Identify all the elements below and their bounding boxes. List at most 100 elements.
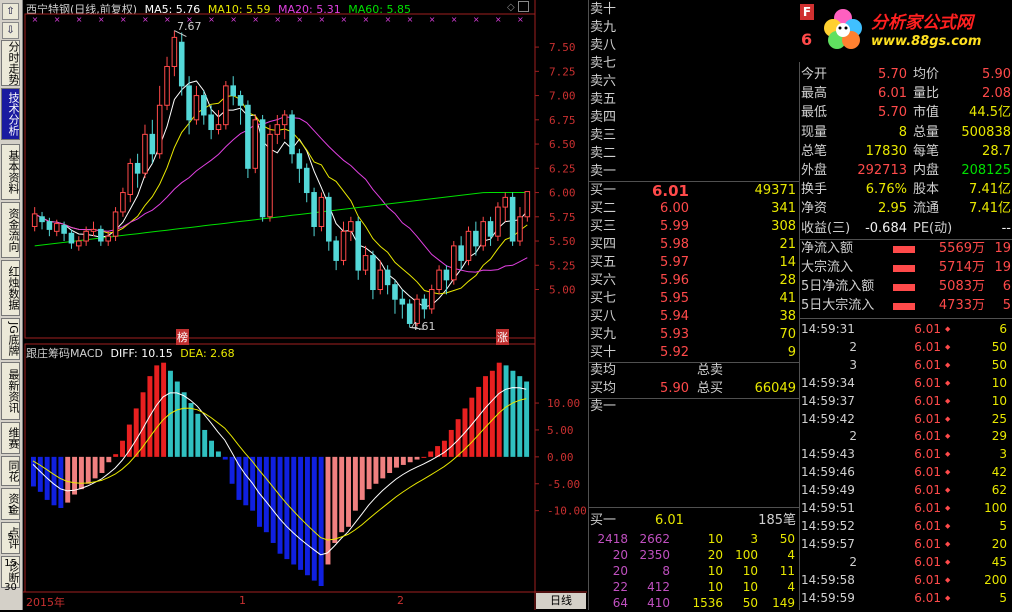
macd-bar <box>72 456 78 495</box>
toolbar-tab[interactable]: 技术分析 <box>1 88 20 140</box>
buy-level-row[interactable]: 买一 6.01 49371 <box>589 182 799 200</box>
sell-level-row[interactable]: 卖三 <box>589 127 799 145</box>
quote-stat-row: 外盘 292713 内盘 208125 <box>799 162 1012 180</box>
buy-level-row[interactable]: 买八 5.94 38 <box>589 308 799 326</box>
ranking-marker[interactable]: 榜 <box>176 329 189 345</box>
period-number[interactable]: 1 <box>0 505 21 516</box>
tick-time: 14:59:34 <box>801 375 855 390</box>
stat-value: 44.5亿 <box>969 105 1011 121</box>
sell-avg-label: 卖均 <box>590 363 617 378</box>
stat-label: 总量 <box>913 124 940 140</box>
toolbar-tab[interactable]: 红烛数据 <box>1 260 20 316</box>
stat-value: -0.684 <box>865 220 907 236</box>
macd-bar <box>65 456 71 503</box>
buy-level-row[interactable]: 买九 5.93 70 <box>589 326 799 344</box>
buy-level-row[interactable]: 买六 5.96 28 <box>589 272 799 290</box>
macd-bar <box>58 456 64 508</box>
tick-price: 6.01 <box>914 483 941 498</box>
buy-level-price: 5.95 <box>660 291 689 306</box>
sell-level-row[interactable]: 卖八 <box>589 37 799 55</box>
candle-body <box>90 228 97 232</box>
tick-volume: 5 <box>999 590 1007 605</box>
macd-bar <box>78 456 84 490</box>
period-button[interactable]: 日线 <box>536 593 586 609</box>
candle-body <box>517 216 523 242</box>
logo-text: 分析家公式网 <box>871 13 973 33</box>
buy-level-row[interactable]: 买十 5.92 9 <box>589 344 799 362</box>
candle-body <box>83 230 89 242</box>
buy1-queue-row[interactable]: 买一 6.01 185笔 <box>589 512 799 530</box>
candle-body <box>105 235 111 242</box>
flow-label: 大宗流入 <box>801 260 854 275</box>
sell-level-row[interactable]: 卖一 <box>589 163 799 181</box>
flow-value: 5083万 <box>938 279 985 294</box>
sell-level-row[interactable]: 卖二 <box>589 145 799 163</box>
toolbar-tab[interactable]: JG底牌 <box>1 318 20 360</box>
signal-marker: × <box>517 15 524 24</box>
toolbar-tab[interactable]: 同花 <box>1 456 20 486</box>
up-arrow-icon[interactable]: ⇧ <box>2 3 19 20</box>
candle-body <box>178 41 185 87</box>
candle-body <box>31 213 38 227</box>
signal-marker: × <box>98 15 105 24</box>
tick-volume: 20 <box>991 536 1007 551</box>
buy-level-volume: 14 <box>779 255 796 270</box>
quote-stat-row: 收益(三) -0.684 PE(动) -- <box>799 220 1012 238</box>
candle-body <box>509 196 516 242</box>
tick-volume: 10 <box>991 375 1007 390</box>
sell-level-row[interactable]: 卖七 <box>589 55 799 73</box>
f10-icon[interactable]: F <box>800 4 814 20</box>
stat-label: 内盘 <box>913 163 940 178</box>
tick-price: 6.01 <box>914 411 941 426</box>
candle-body <box>370 255 376 291</box>
flow-extra: 5 <box>1002 298 1011 313</box>
buy-level-row[interactable]: 买二 6.00 341 <box>589 200 799 218</box>
buy-level-row[interactable]: 买五 5.97 14 <box>589 254 799 272</box>
period-number[interactable]: 15 <box>0 558 21 569</box>
tick-price: 6.01 <box>914 447 941 462</box>
macd-bar <box>366 456 372 490</box>
flow-value: 5714万 <box>938 260 985 275</box>
toolbar-tab[interactable]: 维赛 <box>1 422 20 454</box>
order-queue-cell: 50 <box>742 596 758 610</box>
candle-body <box>303 167 310 194</box>
tick-price: 6.01 <box>914 501 941 515</box>
stat-label: 今开 <box>801 67 828 82</box>
toolbar-tab[interactable]: 分时走势 <box>1 40 20 86</box>
buy-level-row[interactable]: 买四 5.98 21 <box>589 236 799 254</box>
sell-level-row[interactable]: 卖四 <box>589 109 799 127</box>
macd-bar <box>120 440 125 457</box>
buy1-queue-price: 6.01 <box>655 513 684 528</box>
candle-body <box>473 230 479 247</box>
candle-body <box>171 36 178 67</box>
toolbar-tab[interactable]: 资金流向 <box>1 202 20 258</box>
sell1-queue-row[interactable]: 卖一 <box>589 398 799 416</box>
macd-axis-label: -10.00 <box>547 505 587 518</box>
macd-bar <box>311 456 317 581</box>
sell-level-row[interactable]: 卖五 <box>589 91 799 109</box>
logo-url: www.88gs.com <box>871 34 982 49</box>
sell-level-row[interactable]: 卖十 <box>589 1 799 19</box>
candle-body <box>326 196 332 242</box>
sell-level-label: 卖五 <box>590 92 617 107</box>
buy-level-row[interactable]: 买七 5.95 41 <box>589 290 799 308</box>
toolbar-tab[interactable]: 最新资讯 <box>1 362 20 420</box>
candle-body <box>392 284 398 300</box>
buy-avg-row: 买均 5.90 总买 66049 <box>589 380 799 398</box>
limit-up-marker[interactable]: 涨 <box>496 329 509 345</box>
period-number[interactable]: 5 <box>0 532 21 543</box>
tick-volume: 200 <box>984 572 1007 587</box>
buy-level-row[interactable]: 买三 5.99 308 <box>589 218 799 236</box>
sell1-queue-label: 卖一 <box>590 399 617 414</box>
fund-flow-row: 净流入额 5569万 19 <box>799 240 1012 258</box>
toolbar-tab[interactable]: 基本资料 <box>1 144 20 200</box>
sell-level-row[interactable]: 卖九 <box>589 19 799 37</box>
sell-level-label: 卖三 <box>590 128 617 143</box>
sell-level-row[interactable]: 卖六 <box>589 73 799 91</box>
period-number[interactable]: 30 <box>0 582 21 593</box>
kline-chart[interactable]: 西宁特钢(日线,前复权) MA5: 5.76 MA10: 5.59 MA20: … <box>23 0 587 610</box>
stock-code: 6 <box>801 30 813 49</box>
price-axis-label: 6.75 <box>549 114 576 127</box>
macd-bar <box>380 456 386 479</box>
down-arrow-icon[interactable]: ⇩ <box>2 22 19 39</box>
